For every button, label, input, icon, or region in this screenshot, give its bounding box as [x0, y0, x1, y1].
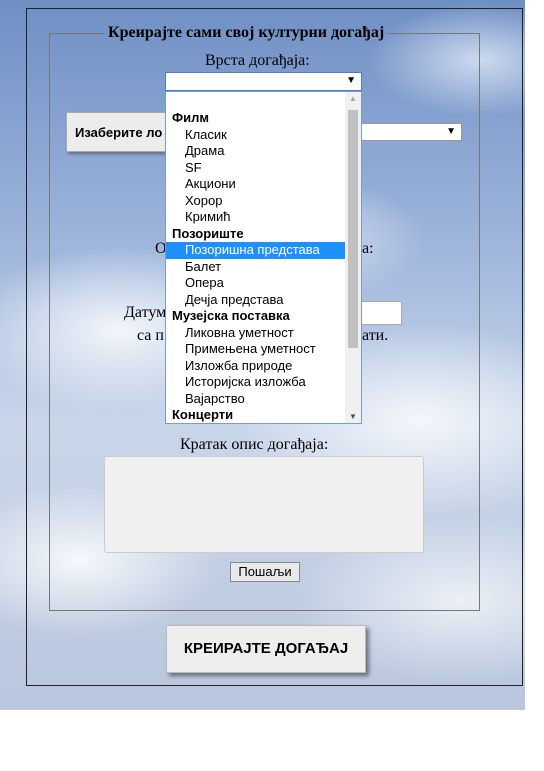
- scroll-up-icon[interactable]: ▲: [349, 94, 357, 103]
- text-fragment-right-2: ати.: [362, 327, 389, 344]
- chevron-down-icon: ▼: [446, 126, 456, 137]
- event-type-label: Врста догађаја:: [205, 52, 310, 69]
- dropdown-option[interactable]: Изложба природе: [166, 358, 346, 375]
- location-select[interactable]: ▼: [355, 123, 462, 141]
- dropdown-option[interactable]: Класик: [166, 127, 346, 144]
- dropdown-option[interactable]: Хорор: [166, 193, 346, 210]
- date-input[interactable]: [358, 301, 402, 325]
- description-textarea[interactable]: [104, 456, 424, 553]
- choose-location-button[interactable]: Изаберите ло: [66, 112, 176, 152]
- dropdown-option[interactable]: Акциони: [166, 176, 346, 193]
- scroll-down-icon[interactable]: ▼: [349, 412, 357, 421]
- dropdown-option[interactable]: Кримић: [166, 209, 346, 226]
- chevron-down-icon: ▼: [346, 75, 356, 86]
- dropdown-option[interactable]: Примењена уметност: [166, 341, 346, 358]
- optgroup-label: Концерти: [172, 407, 234, 422]
- date-label: Датум: [124, 304, 167, 321]
- dropdown-option[interactable]: Историјска изложба: [166, 374, 346, 391]
- description-label: Кратак опис догађаја:: [180, 436, 329, 453]
- text-fragment-left-2: са п: [137, 327, 164, 344]
- dropdown-option[interactable]: Опера: [166, 275, 346, 292]
- dropdown-scrollbar[interactable]: ▲ ▼: [345, 92, 361, 423]
- event-type-select[interactable]: ▼: [165, 72, 362, 91]
- event-type-dropdown-list[interactable]: Филм Класик Драма SF Акциони Хорор Кримић Позор…: [165, 91, 362, 424]
- create-event-button[interactable]: КРЕИРАЈТЕ ДОГАЂАЈ: [166, 625, 366, 673]
- dropdown-option[interactable]: SF: [166, 160, 346, 177]
- dropdown-option[interactable]: Балет: [166, 259, 346, 276]
- dropdown-option[interactable]: Дечја представа: [166, 292, 346, 309]
- send-button[interactable]: Пошаљи: [230, 562, 300, 582]
- optgroup-label: Филм: [172, 110, 209, 125]
- optgroup-label: Музејска поставка: [172, 308, 290, 323]
- optgroup-label: Позориште: [172, 225, 244, 241]
- text-fragment-right: а:: [362, 240, 374, 257]
- scrollbar-thumb[interactable]: [348, 110, 358, 348]
- dropdown-option[interactable]: Драма: [166, 143, 346, 160]
- dropdown-option[interactable]: Вајарство: [166, 391, 346, 408]
- dropdown-option[interactable]: Позоришна представа: [166, 242, 346, 259]
- dropdown-options: Филм Класик Драма SF Акциони Хорор Кримић Позор…: [166, 110, 346, 423]
- dropdown-option[interactable]: Ликовна уметност: [166, 325, 346, 342]
- form-legend: Креирајте сами свој културни догађај: [108, 24, 385, 41]
